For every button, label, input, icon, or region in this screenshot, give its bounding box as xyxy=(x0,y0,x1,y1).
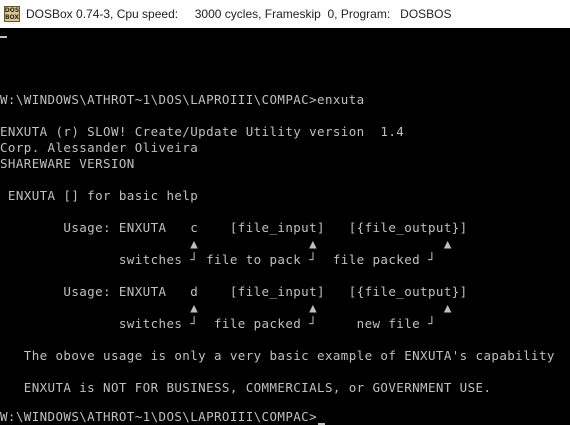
license-warning: ENXUTA is NOT FOR BUSINESS, COMMERCIALS,… xyxy=(0,380,492,395)
window-title: DOSBox 0.74-3, Cpu speed: 3000 cycles, F… xyxy=(26,7,452,21)
program-license: SHAREWARE VERSION xyxy=(0,156,135,171)
usage-decompress: Usage: ENXUTA d [file_input] [{file_outp… xyxy=(0,284,468,299)
window-titlebar[interactable]: DOS BOX DOSBox 0.74-3, Cpu speed: 3000 c… xyxy=(0,0,570,28)
usage-decompress-arrows: ▲ ▲ ▲ xyxy=(0,300,452,315)
usage-decompress-legend: switches ┘ file packed ┘ new file ┘ xyxy=(0,316,436,331)
usage-compress-arrows: ▲ ▲ ▲ xyxy=(0,236,452,251)
usage-compress: Usage: ENXUTA c [file_input] [{file_outp… xyxy=(0,220,468,235)
cursor-remnant xyxy=(0,36,7,38)
program-banner: ENXUTA (r) SLOW! Create/Update Utility v… xyxy=(0,124,405,139)
usage-compress-legend: switches ┘ file to pack ┘ file packed ┘ xyxy=(0,252,436,267)
prompt-line: W:\WINDOWS\ATHROT~1\DOS\LAPROIII\COMPAC> xyxy=(0,409,318,424)
command-line: W:\WINDOWS\ATHROT~1\DOS\LAPROIII\COMPAC>… xyxy=(0,92,365,107)
usage-note: The obove usage is only a very basic exa… xyxy=(0,348,555,363)
dosbox-app-icon: DOS BOX xyxy=(4,6,20,22)
dos-terminal[interactable]: W:\WINDOWS\ATHROT~1\DOS\LAPROIII\COMPAC>… xyxy=(0,28,570,425)
program-author: Corp. Alessander Oliveira xyxy=(0,140,199,155)
help-hint: ENXUTA [] for basic help xyxy=(0,188,199,203)
